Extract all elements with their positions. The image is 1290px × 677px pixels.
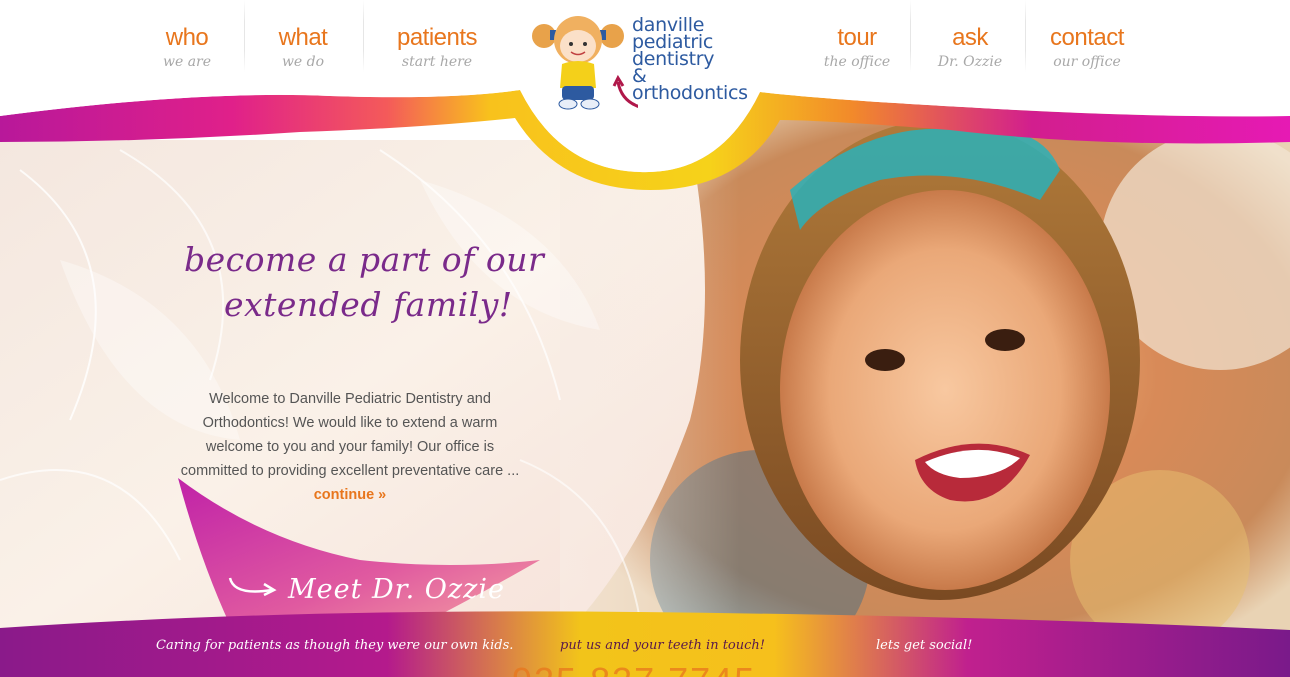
- footer-social-heading: lets get social!: [876, 638, 973, 653]
- nav-tour-sub: the office: [823, 54, 891, 70]
- nav-divider: [363, 0, 364, 72]
- page: who we are what we do patients start her…: [0, 0, 1290, 677]
- welcome-text: Welcome to Danville Pediatric Dentistry …: [174, 387, 526, 507]
- nav-contact-label: contact: [1050, 24, 1124, 51]
- footer-contact-heading: put us and your teeth in touch!: [560, 638, 765, 653]
- nav-who-label: who: [165, 24, 209, 51]
- nav-divider: [910, 0, 911, 72]
- nav-who[interactable]: who we are: [152, 0, 222, 72]
- nav-patients-label: patients: [396, 24, 478, 51]
- nav-tour-label: tour: [837, 24, 877, 51]
- nav-ask[interactable]: ask Dr. Ozzie: [930, 0, 1010, 72]
- logo-text: danville pediatric dentistry & orthodont…: [632, 16, 758, 104]
- nav-divider: [1025, 0, 1026, 72]
- headline-line-1: become a part of our: [184, 240, 545, 279]
- nav-ask-label: ask: [952, 24, 988, 51]
- welcome-body: Welcome to Danville Pediatric Dentistry …: [180, 391, 520, 479]
- nav-tour[interactable]: tour the office: [816, 0, 898, 72]
- meet-dr-ozzie-link[interactable]: Meet Dr. Ozzie: [224, 574, 505, 605]
- nav-what[interactable]: what we do: [266, 0, 340, 72]
- continue-link[interactable]: continue »: [314, 487, 387, 503]
- hero-headline: become a part of our extended family!: [184, 240, 544, 324]
- arrow-icon: [228, 577, 277, 597]
- meet-label: Meet Dr. Ozzie: [288, 574, 505, 605]
- nav-contact-sub: our office: [1053, 54, 1121, 70]
- footer-phone[interactable]: 925.837.7745: [512, 660, 756, 677]
- nav-who-sub: we are: [162, 54, 212, 70]
- site-logo[interactable]: danville pediatric dentistry & orthodont…: [528, 8, 758, 126]
- girl-mascot-icon: [532, 16, 638, 110]
- headline-line-2: extended family!: [224, 285, 513, 324]
- logo-line: & orthodontics: [632, 65, 748, 104]
- nav-what-sub: we do: [281, 54, 325, 70]
- nav-what-label: what: [278, 24, 328, 51]
- nav-divider: [244, 0, 245, 72]
- footer-tagline: Caring for patients as though they were …: [156, 638, 514, 653]
- nav-patients-sub: start here: [401, 54, 473, 70]
- nav-ask-sub: Dr. Ozzie: [937, 54, 1003, 70]
- logo-line: dentistry: [632, 48, 715, 70]
- nav-contact[interactable]: contact our office: [1044, 0, 1130, 72]
- nav-patients[interactable]: patients start here: [385, 0, 489, 72]
